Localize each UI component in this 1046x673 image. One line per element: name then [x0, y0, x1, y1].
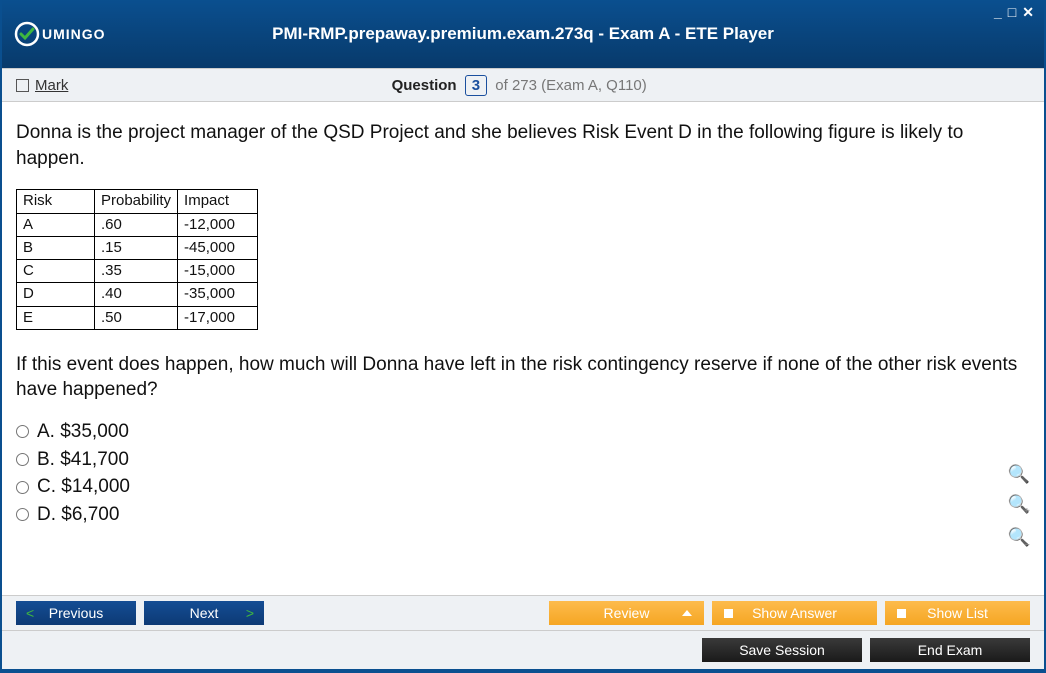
answer-radio[interactable] — [16, 481, 29, 494]
footer: <Previous Next> Review Show Answer Show … — [2, 595, 1044, 671]
question-label: Question — [392, 77, 457, 94]
table-row: D.40-35,000 — [17, 283, 258, 306]
answer-options: A. $35,000B. $41,700C. $14,000D. $6,700 — [16, 419, 1030, 528]
answer-label: D. $6,700 — [37, 502, 119, 528]
checkmark-icon — [14, 21, 40, 47]
window-title: PMI-RMP.prepaway.premium.exam.273q - Exa… — [272, 24, 774, 44]
answer-radio[interactable] — [16, 508, 29, 521]
answer-option[interactable]: A. $35,000 — [16, 419, 1030, 445]
table-row: A.60-12,000 — [17, 213, 258, 236]
magnify-icon[interactable]: 🔍 — [1008, 462, 1030, 486]
mark-label: Mark — [35, 77, 68, 94]
show-answer-button[interactable]: Show Answer — [712, 601, 877, 625]
logo-text: UMINGO — [42, 26, 106, 42]
zoom-controls: 🔍 🔍+ 🔍− — [1008, 462, 1030, 552]
show-list-button[interactable]: Show List — [885, 601, 1030, 625]
maximize-icon[interactable]: □ — [1008, 4, 1016, 21]
save-session-button[interactable]: Save Session — [702, 638, 862, 662]
titlebar: _ □ ✕ UMINGO PMI-RMP.prepaway.premium.ex… — [2, 0, 1044, 68]
table-header: Probability — [95, 190, 178, 213]
answer-option[interactable]: B. $41,700 — [16, 447, 1030, 473]
answer-label: C. $14,000 — [37, 474, 130, 500]
question-indicator: Question 3 of 273 (Exam A, Q110) — [68, 75, 970, 96]
question-followup: If this event does happen, how much will… — [16, 352, 1030, 403]
nav-row: <Previous Next> Review Show Answer Show … — [2, 595, 1044, 631]
question-count: of 273 (Exam A, Q110) — [495, 77, 646, 94]
session-row: Save Session End Exam — [2, 631, 1044, 671]
answer-label: A. $35,000 — [37, 419, 129, 445]
mark-checkbox[interactable]: Mark — [16, 77, 68, 94]
table-row: B.15-45,000 — [17, 236, 258, 259]
risk-table: RiskProbabilityImpact A.60-12,000B.15-45… — [16, 189, 258, 330]
question-prompt: Donna is the project manager of the QSD … — [16, 120, 1030, 171]
end-exam-button[interactable]: End Exam — [870, 638, 1030, 662]
table-row: E.50-17,000 — [17, 306, 258, 329]
answer-option[interactable]: C. $14,000 — [16, 474, 1030, 500]
question-content: Donna is the project manager of the QSD … — [2, 102, 1044, 570]
minimize-icon[interactable]: _ — [994, 4, 1002, 21]
answer-label: B. $41,700 — [37, 447, 129, 473]
answer-option[interactable]: D. $6,700 — [16, 502, 1030, 528]
zoom-out-icon[interactable]: 🔍− — [1008, 525, 1030, 552]
zoom-in-icon[interactable]: 🔍+ — [1008, 492, 1030, 519]
close-icon[interactable]: ✕ — [1022, 4, 1034, 21]
previous-button[interactable]: <Previous — [16, 601, 136, 625]
window-controls: _ □ ✕ — [994, 4, 1034, 21]
table-header: Impact — [178, 190, 258, 213]
table-header: Risk — [17, 190, 95, 213]
table-row: C.35-15,000 — [17, 260, 258, 283]
next-button[interactable]: Next> — [144, 601, 264, 625]
question-number: 3 — [465, 75, 487, 96]
app-logo: UMINGO — [14, 21, 106, 47]
question-bar: Mark Question 3 of 273 (Exam A, Q110) — [2, 68, 1044, 102]
answer-radio[interactable] — [16, 425, 29, 438]
answer-radio[interactable] — [16, 453, 29, 466]
review-button[interactable]: Review — [549, 601, 704, 625]
